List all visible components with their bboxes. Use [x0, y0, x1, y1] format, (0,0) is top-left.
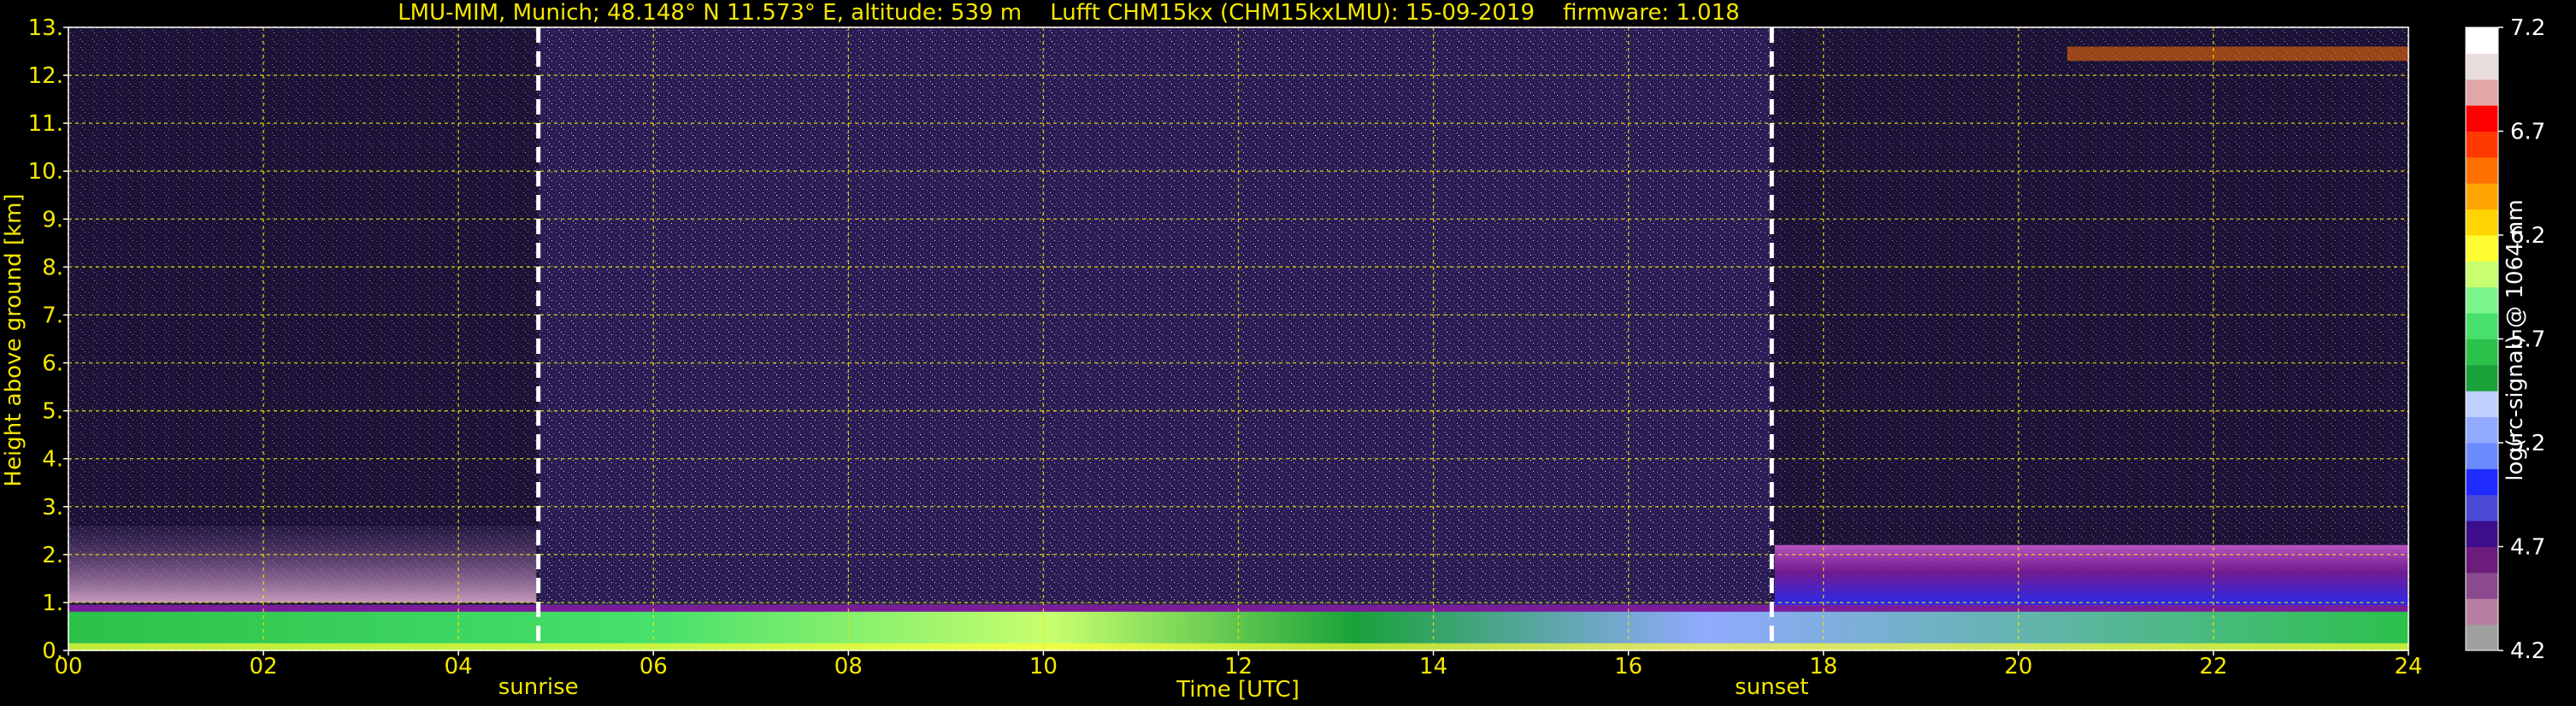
colorbar: 4.2 4.7 5.2 5.7 6.2 6.7 7.2 — [2465, 15, 2545, 664]
y-tick-label: 6. — [42, 351, 63, 377]
colorbar-segment — [2466, 572, 2498, 599]
colorbar-tick-label: 6.7 — [2510, 120, 2545, 145]
colorbar-segment — [2466, 443, 2498, 469]
y-tick-label: 12. — [28, 63, 63, 89]
colorbar-tick-label: 6.2 — [2510, 223, 2545, 249]
colorbar-segment — [2466, 624, 2498, 651]
x-tick-label: 20 — [2004, 654, 2032, 680]
colorbar-segment — [2466, 131, 2498, 158]
y-tick-label: 4. — [42, 447, 63, 473]
x-tick-label: 02 — [250, 654, 278, 680]
colorbar-segment — [2466, 27, 2498, 54]
colorbar-segment — [2466, 598, 2498, 626]
cirrus-layer — [2066, 46, 2408, 62]
x-tick-label: 18 — [1809, 654, 1837, 680]
colorbar-tick-label: 5.2 — [2510, 431, 2545, 456]
residual-layer — [68, 526, 537, 603]
y-tick-label: 8. — [42, 255, 63, 280]
x-tick-label: 04 — [445, 654, 473, 680]
colorbar-segment — [2466, 156, 2498, 184]
y-tick-label: 0. — [42, 638, 63, 664]
sunrise-label: sunrise — [498, 674, 579, 700]
y-tick-label: 13. — [28, 15, 63, 41]
x-tick-label: 06 — [640, 654, 668, 680]
x-tick-label: 24 — [2394, 654, 2422, 680]
y-tick-label: 1. — [42, 591, 63, 616]
colorbar-segment — [2466, 364, 2498, 391]
x-tick-label: 12 — [1224, 654, 1253, 680]
colorbar-segment — [2466, 338, 2498, 366]
y-tick-label: 2. — [42, 543, 63, 568]
colorbar-segment — [2466, 79, 2498, 106]
colorbar-tick-label: 4.7 — [2510, 535, 2545, 561]
y-tick-label: 5. — [42, 399, 63, 425]
colorbar-segment — [2466, 546, 2498, 574]
sunset-label: sunset — [1735, 674, 1808, 700]
x-tick-label: 16 — [1614, 654, 1642, 680]
x-tick-label: 10 — [1029, 654, 1058, 680]
colorbar-tick-label: 5.7 — [2510, 327, 2545, 353]
x-tick-label: 22 — [2199, 654, 2227, 680]
colorbar-segment — [2466, 416, 2498, 444]
colorbar-segment — [2466, 53, 2498, 80]
colorbar-segment — [2466, 468, 2498, 496]
colorbar-tick-label: 7.2 — [2510, 15, 2545, 41]
x-tick-label: 14 — [1419, 654, 1447, 680]
colorbar-segment — [2466, 391, 2498, 418]
evening-residual-layer — [1774, 544, 2408, 605]
colorbar-segment — [2466, 235, 2498, 262]
ceilometer-plot: sunrise sunset 00 02 04 06 08 10 12 14 16 18 20 22 24… — [0, 0, 2576, 706]
colorbar-tick-label: 4.2 — [2510, 638, 2545, 664]
colorbar-segment — [2466, 183, 2498, 210]
y-tick-label: 3. — [42, 495, 63, 521]
colorbar-segment — [2466, 261, 2498, 288]
y-tick-label: 9. — [42, 207, 63, 232]
x-tick-label: 08 — [834, 654, 863, 680]
colorbar-segment — [2466, 209, 2498, 236]
y-tick-label: 7. — [42, 303, 63, 328]
colorbar-segment — [2466, 494, 2498, 521]
chart-svg: sunrise sunset 00 02 04 06 08 10 12 14 16 18 20 22 24… — [28, 15, 2546, 700]
y-tick-label: 10. — [28, 159, 63, 185]
y-tick-label: 11. — [28, 111, 63, 137]
colorbar-segment — [2466, 521, 2498, 547]
colorbar-segment — [2466, 286, 2498, 314]
colorbar-segment — [2466, 105, 2498, 132]
colorbar-segment — [2466, 313, 2498, 339]
